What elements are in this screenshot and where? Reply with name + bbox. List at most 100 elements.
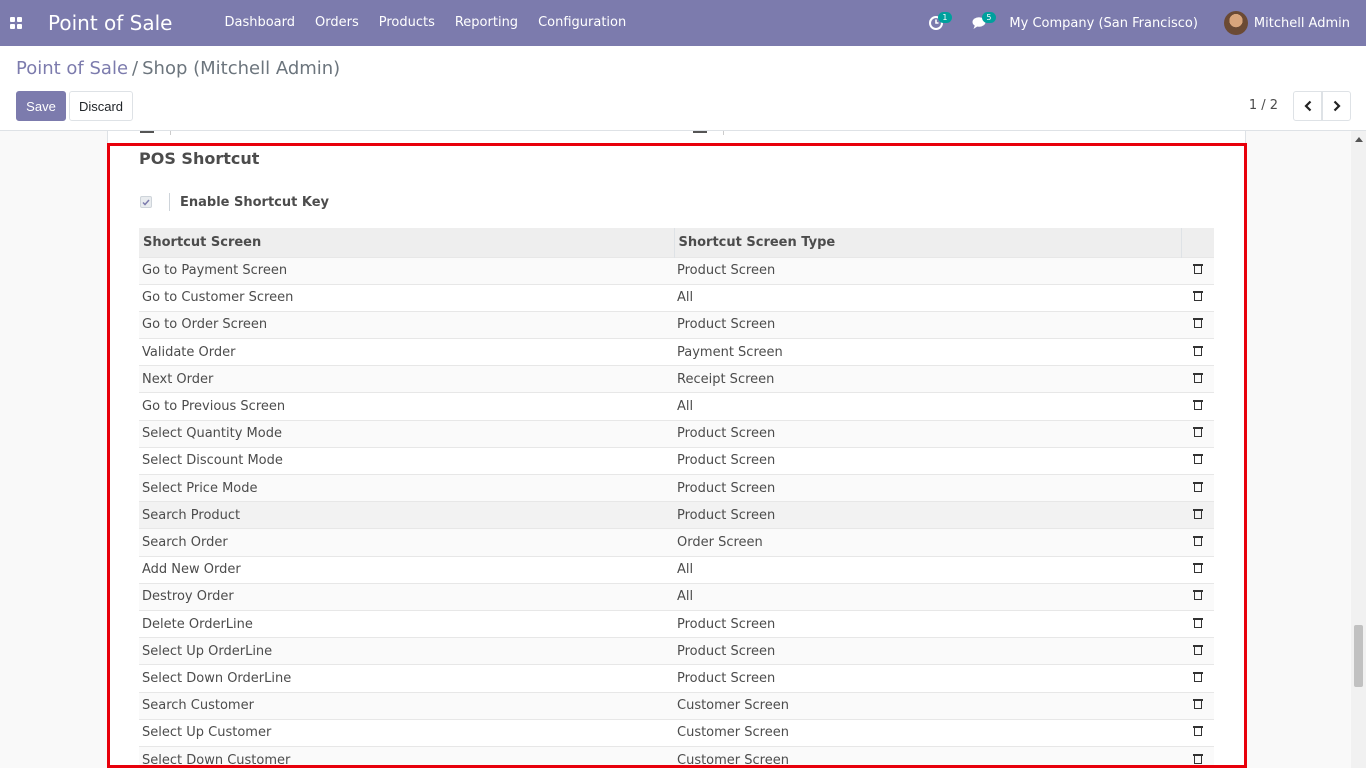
- shortcut-screen-cell[interactable]: Delete OrderLine: [139, 609, 674, 638]
- trash-icon[interactable]: [1192, 698, 1203, 710]
- menu-orders[interactable]: Orders: [305, 0, 369, 46]
- table-row[interactable]: Select Down Customer Customer Screen: [139, 745, 1214, 768]
- shortcut-screen-type-cell[interactable]: Product Screen: [674, 446, 1181, 475]
- shortcut-screen-cell[interactable]: Select Discount Mode: [139, 446, 674, 475]
- table-row[interactable]: Go to Order Screen Product Screen: [139, 310, 1214, 339]
- shortcut-screen-cell[interactable]: Destroy Order: [139, 582, 674, 611]
- shortcut-screen-type-cell[interactable]: Payment Screen: [674, 338, 1181, 366]
- trash-icon[interactable]: [1192, 671, 1203, 682]
- table-row[interactable]: Add New Order All: [139, 555, 1214, 584]
- menu-dashboard[interactable]: Dashboard: [214, 0, 305, 46]
- pager-next-button[interactable]: [1322, 91, 1351, 121]
- trash-icon[interactable]: [1192, 481, 1203, 492]
- shortcut-screen-type-cell[interactable]: Product Screen: [674, 501, 1181, 529]
- shortcut-screen-type-cell[interactable]: Product Screen: [674, 664, 1181, 692]
- table-row[interactable]: Select Down OrderLine Product Screen: [139, 664, 1214, 692]
- menu-configuration[interactable]: Configuration: [528, 0, 636, 46]
- shortcut-screen-cell[interactable]: Select Up OrderLine: [139, 637, 674, 665]
- apps-menu-icon[interactable]: [0, 0, 32, 46]
- messages-chat-icon[interactable]: 5: [965, 0, 996, 46]
- shortcut-screen-cell[interactable]: Go to Payment Screen: [139, 256, 674, 285]
- shortcut-screen-type-cell[interactable]: Product Screen: [674, 419, 1181, 448]
- trash-icon[interactable]: [1192, 617, 1203, 628]
- menu-reporting[interactable]: Reporting: [445, 0, 528, 46]
- shortcut-screen-cell[interactable]: Next Order: [139, 365, 674, 393]
- trash-icon[interactable]: [1192, 753, 1203, 764]
- shortcut-screen-cell[interactable]: Select Down OrderLine: [139, 664, 674, 692]
- trash-icon[interactable]: [1192, 535, 1203, 546]
- shortcut-screen-cell[interactable]: Add New Order: [139, 555, 674, 584]
- shortcut-screen-type-cell[interactable]: Product Screen: [674, 310, 1181, 339]
- table-row[interactable]: Search Customer Customer Screen: [139, 691, 1214, 720]
- shortcut-screen-type-cell[interactable]: Product Screen: [674, 473, 1181, 502]
- shortcut-screen-cell[interactable]: Search Product: [139, 501, 674, 529]
- trash-icon[interactable]: [1192, 290, 1203, 302]
- pager-value[interactable]: 1 / 2: [1249, 98, 1278, 113]
- table-row[interactable]: Validate Order Payment Screen: [139, 338, 1214, 366]
- page-scrollbar[interactable]: [1351, 131, 1366, 768]
- shortcut-screen-type-cell[interactable]: Product Screen: [674, 609, 1181, 638]
- user-menu[interactable]: Mitchell Admin: [1254, 16, 1350, 31]
- shortcut-screen-type-cell[interactable]: Product Screen: [674, 637, 1181, 665]
- trash-icon[interactable]: [1192, 589, 1203, 601]
- shortcut-screen-cell[interactable]: Go to Previous Screen: [139, 392, 674, 421]
- shortcut-screen-type-cell[interactable]: Order Screen: [674, 528, 1181, 557]
- activity-clock-icon[interactable]: 1: [921, 0, 952, 46]
- table-row[interactable]: Select Discount Mode Product Screen: [139, 446, 1214, 475]
- shortcut-screen-type-cell[interactable]: Customer Screen: [674, 691, 1181, 720]
- save-button[interactable]: Save: [16, 91, 66, 121]
- trash-icon[interactable]: [1192, 453, 1203, 465]
- trash-icon[interactable]: [1192, 562, 1203, 574]
- shortcut-screen-cell[interactable]: Select Quantity Mode: [139, 419, 674, 448]
- table-row[interactable]: Go to Previous Screen All: [139, 392, 1214, 421]
- scroll-up-arrow-icon[interactable]: [1355, 137, 1363, 142]
- discard-button[interactable]: Discard: [69, 91, 133, 121]
- shortcut-screen-cell[interactable]: Go to Customer Screen: [139, 283, 674, 312]
- table-row[interactable]: Search Order Order Screen: [139, 528, 1214, 557]
- app-brand[interactable]: Point of Sale: [48, 11, 172, 35]
- trash-icon[interactable]: [1192, 426, 1203, 438]
- trash-icon[interactable]: [1192, 317, 1203, 329]
- table-row[interactable]: Search Product Product Screen: [139, 501, 1214, 529]
- company-switcher[interactable]: My Company (San Francisco): [1009, 16, 1197, 31]
- shortcut-screen-cell[interactable]: Select Down Customer: [139, 745, 674, 768]
- shortcut-screen-cell[interactable]: Select Price Mode: [139, 473, 674, 502]
- table-row[interactable]: Select Up OrderLine Product Screen: [139, 637, 1214, 665]
- trash-icon[interactable]: [1192, 725, 1203, 737]
- column-header-shortcut-screen[interactable]: Shortcut Screen: [139, 228, 675, 257]
- user-avatar[interactable]: [1223, 11, 1248, 35]
- shortcut-screen-type-cell[interactable]: All: [674, 392, 1181, 421]
- trash-icon[interactable]: [1192, 345, 1203, 356]
- shortcut-screen-type-cell[interactable]: All: [674, 555, 1181, 584]
- scroll-thumb[interactable]: [1354, 625, 1363, 687]
- trash-icon[interactable]: [1192, 399, 1203, 411]
- breadcrumb-parent-link[interactable]: Point of Sale: [16, 58, 128, 79]
- table-row[interactable]: Next Order Receipt Screen: [139, 365, 1214, 393]
- table-row[interactable]: Go to Payment Screen Product Screen: [139, 256, 1214, 285]
- table-row[interactable]: Destroy Order All: [139, 582, 1214, 611]
- shortcut-screen-type-cell[interactable]: All: [674, 582, 1181, 611]
- trash-icon[interactable]: [1192, 372, 1203, 383]
- shortcut-screen-cell[interactable]: Go to Order Screen: [139, 310, 674, 339]
- trash-icon[interactable]: [1192, 263, 1203, 275]
- shortcut-screen-cell[interactable]: Search Customer: [139, 691, 674, 720]
- shortcut-screen-type-cell[interactable]: All: [674, 283, 1181, 312]
- pager-previous-button[interactable]: [1293, 91, 1322, 121]
- shortcut-screen-type-cell[interactable]: Product Screen: [674, 256, 1181, 285]
- shortcut-screen-type-cell[interactable]: Customer Screen: [674, 718, 1181, 747]
- menu-products[interactable]: Products: [369, 0, 445, 46]
- enable-shortcut-checkbox[interactable]: [140, 196, 152, 208]
- shortcut-screen-cell[interactable]: Select Up Customer: [139, 718, 674, 747]
- shortcut-screen-cell[interactable]: Validate Order: [139, 338, 674, 366]
- shortcut-screen-type-cell[interactable]: Receipt Screen: [674, 365, 1181, 393]
- table-row[interactable]: Select Price Mode Product Screen: [139, 473, 1214, 502]
- trash-icon[interactable]: [1192, 508, 1203, 519]
- table-row[interactable]: Delete OrderLine Product Screen: [139, 609, 1214, 638]
- trash-icon[interactable]: [1192, 644, 1203, 655]
- shortcut-screen-type-cell[interactable]: Customer Screen: [674, 745, 1181, 768]
- shortcut-screen-cell[interactable]: Search Order: [139, 528, 674, 557]
- table-row[interactable]: Go to Customer Screen All: [139, 283, 1214, 312]
- table-row[interactable]: Select Up Customer Customer Screen: [139, 718, 1214, 747]
- column-header-shortcut-screen-type[interactable]: Shortcut Screen Type: [674, 228, 1182, 257]
- table-row[interactable]: Select Quantity Mode Product Screen: [139, 419, 1214, 448]
